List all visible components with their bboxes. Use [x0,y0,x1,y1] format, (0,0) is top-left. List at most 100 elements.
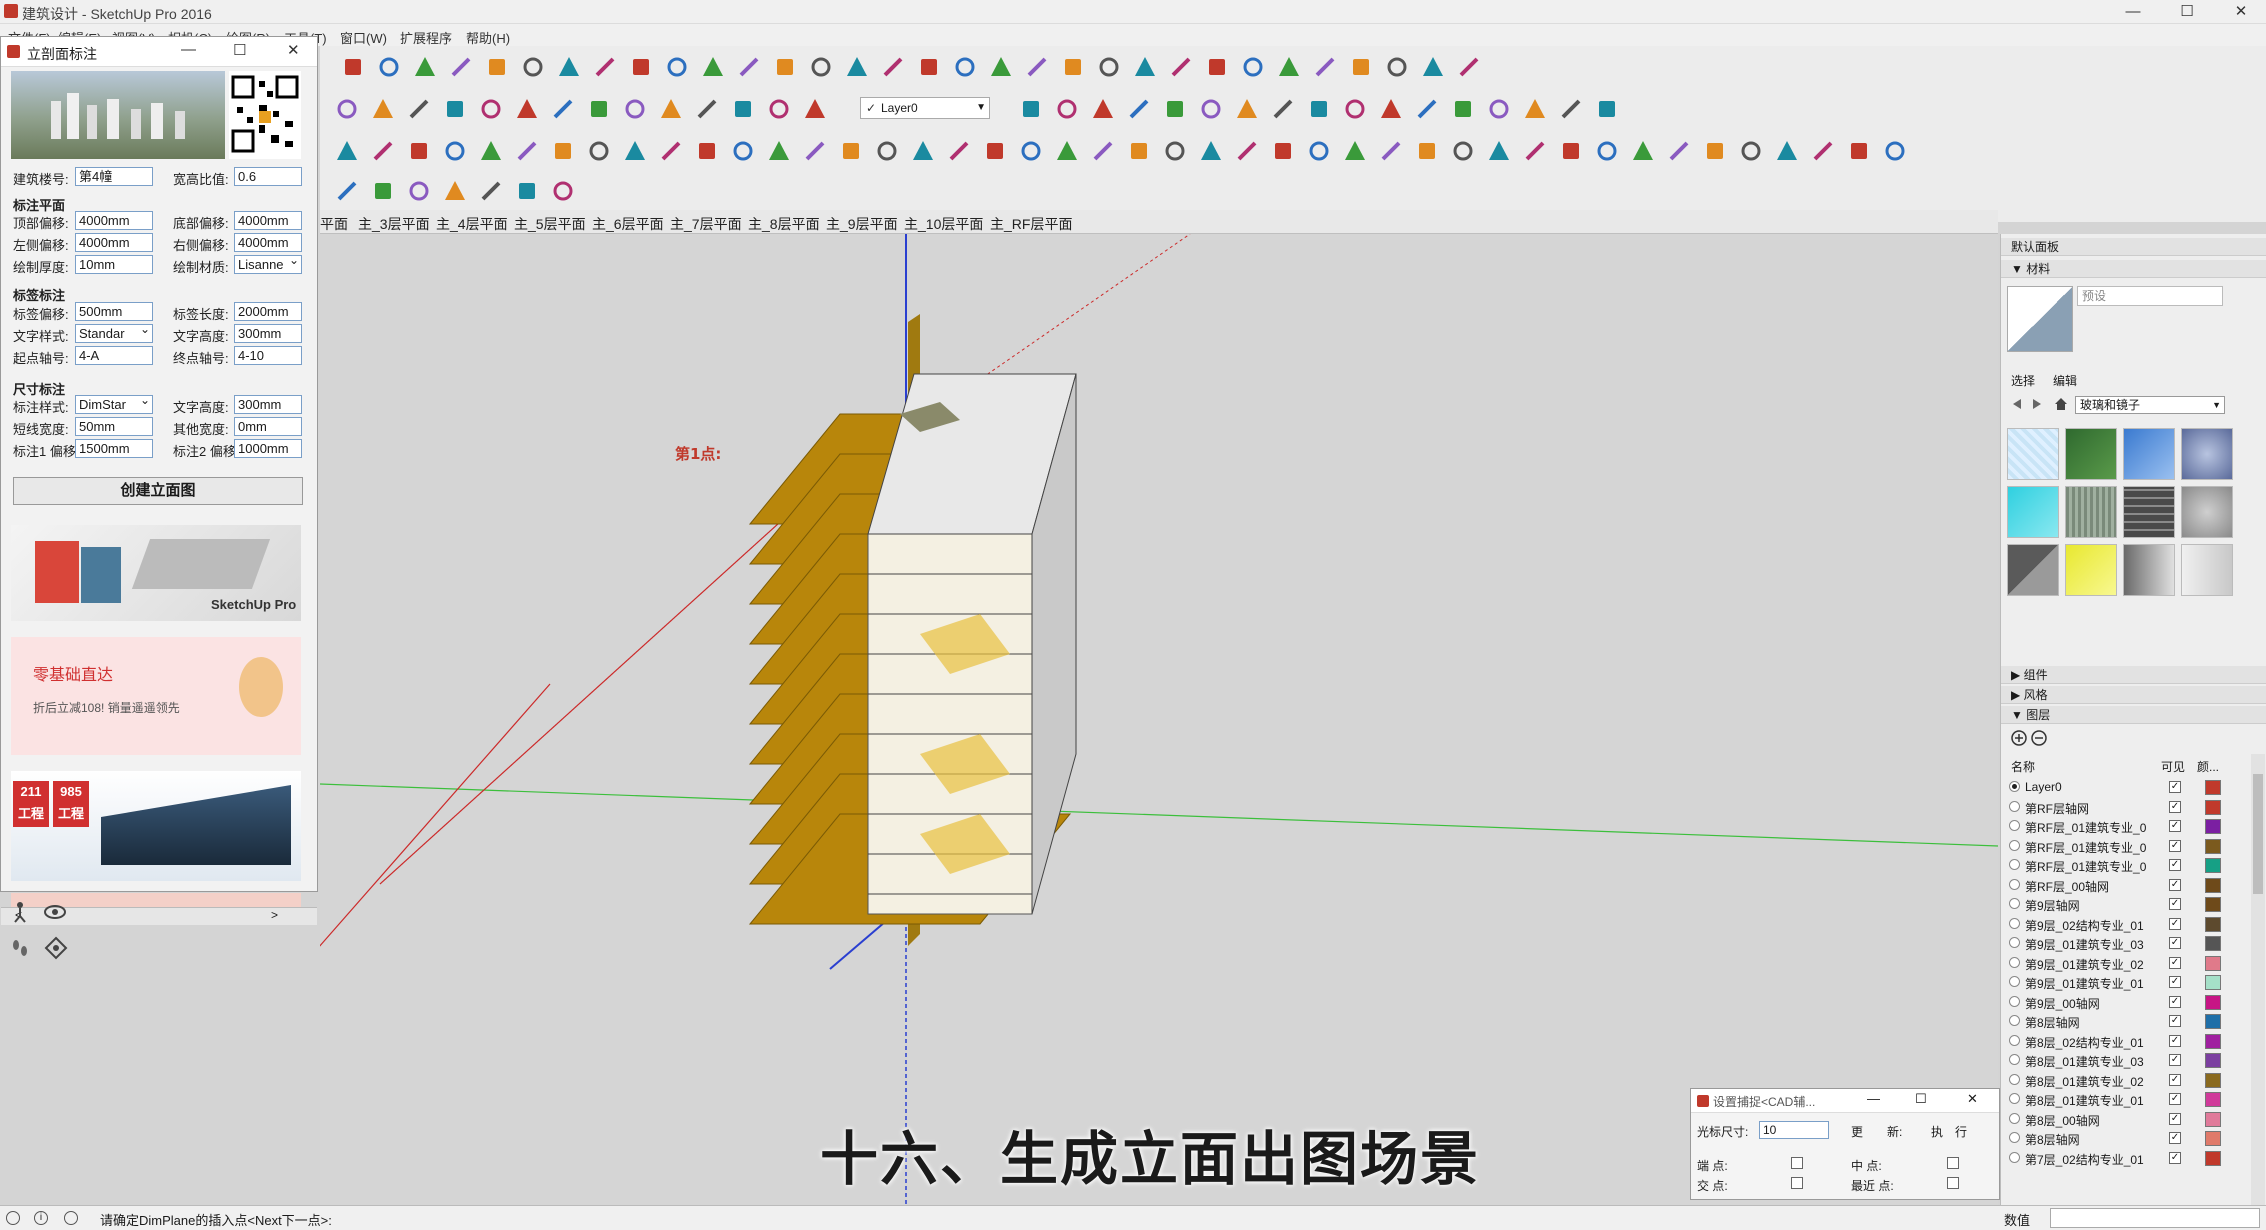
layer-color-swatch[interactable] [2205,994,2221,1010]
toolbar-tool-icon[interactable] [448,54,474,80]
toolbar-tool-icon[interactable] [622,96,648,122]
active-layer-radio[interactable] [2009,1093,2020,1104]
active-layer-radio[interactable] [2009,956,2020,968]
toolbar-tool-icon[interactable] [880,54,906,80]
layer-row[interactable]: 第9层_01建筑专业_03 ✓ [2009,934,2249,953]
toolbar-tool-icon[interactable] [1450,96,1476,122]
toolbar-tool-icon[interactable] [484,54,510,80]
layer-row[interactable]: 第7层_02结构专业_01 ✓ [2009,1149,2249,1168]
layer-color-swatch[interactable] [2205,975,2221,990]
layer-row[interactable]: 第RF层_00轴网 ✓ [2009,876,2249,895]
layer-color-swatch[interactable] [2205,916,2221,932]
toolbar-tool-icon[interactable] [1882,138,1908,164]
active-layer-radio[interactable] [2009,820,2020,831]
scroll-right-icon[interactable]: > [271,908,278,922]
toolbar-tool-icon[interactable] [370,178,396,204]
toolbar-tool-icon[interactable] [1234,138,1260,164]
toolbar-tool-icon[interactable] [700,54,726,80]
layer-row[interactable]: 第RF层轴网 ✓ [2009,798,2249,817]
layer-name[interactable]: 第9层轴网 [2025,897,2080,914]
layer-color-swatch[interactable] [2205,897,2221,912]
bottom-offset-input[interactable]: 4000mm [234,211,302,230]
layer-name[interactable]: 第9层_01建筑专业_02 [2025,956,2144,973]
ad-banner-university[interactable]: 211 工程 985 工程 [11,771,301,881]
endpoint-checkbox[interactable] [1791,1157,1803,1169]
toolbar-tool-icon[interactable] [622,138,648,164]
walk-tool-icon[interactable] [8,900,32,924]
layer-color-swatch[interactable] [2205,936,2221,951]
material-swatch[interactable] [2181,544,2233,596]
toolbar-tool-icon[interactable] [772,54,798,80]
toolbar-tool-icon[interactable] [1594,138,1620,164]
toolbar-tool-icon[interactable] [628,54,654,80]
layer-name[interactable]: 第9层_01建筑专业_01 [2025,975,2144,992]
layer-visible-checkbox[interactable]: ✓ [2169,937,2181,949]
tab-scene[interactable]: 主_9层平面 [826,214,898,234]
toolbar-tool-icon[interactable] [1270,138,1296,164]
tab-scene[interactable]: 主_3层平面 [358,214,430,234]
active-layer-radio[interactable] [2009,859,2020,870]
snap-close-button[interactable]: ✕ [1967,1091,1978,1107]
tab-scene[interactable]: 主_6层平面 [592,214,664,234]
layer-visible-checkbox[interactable]: ✓ [2169,976,2181,988]
tab-scene[interactable]: 平面 [320,214,348,234]
material-swatch[interactable] [2123,428,2175,480]
toolbar-tool-icon[interactable] [1378,138,1404,164]
ad-banner-sketchup[interactable]: SketchUp Pro [11,525,301,621]
create-elevation-button[interactable]: 创建立面图 [13,477,303,505]
toolbar-tool-icon[interactable] [1096,54,1122,80]
layer-visible-checkbox[interactable]: ✓ [2169,1132,2181,1144]
ratio-input[interactable]: 0.6 [234,167,302,186]
tab-scene[interactable]: 主_10层平面 [904,214,983,234]
toolbar-tool-icon[interactable] [370,96,396,122]
toolbar-tool-icon[interactable] [1018,138,1044,164]
other-width-input[interactable]: 0mm [234,417,302,436]
layer-name[interactable]: 第9层_02结构专业_01 [2025,917,2144,934]
materials-section-header[interactable]: ▼ 材料 [2001,260,2266,278]
material-library-select[interactable]: 玻璃和镜子 ▼ [2075,396,2225,414]
layer-row[interactable]: 第RF层_01建筑专业_0 ✓ [2009,817,2249,836]
layer-visible-checkbox[interactable]: ✓ [2169,995,2181,1008]
toolbar-tool-icon[interactable] [334,138,360,164]
layer-color-swatch[interactable] [2205,955,2221,971]
snap-row-button[interactable]: 行 [1955,1123,1967,1140]
layer-visible-checkbox[interactable]: ✓ [2169,1073,2181,1086]
toolbar-tool-icon[interactable] [1378,96,1404,122]
menu-extensions[interactable]: 扩展程序 [400,28,452,47]
layer-row[interactable]: 第8层_01建筑专业_01 ✓ [2009,1090,2249,1109]
toolbar-tool-icon[interactable] [1522,138,1548,164]
layer-color-swatch[interactable] [2205,1014,2221,1029]
material-swatch[interactable] [2065,428,2117,480]
material-swatch[interactable] [2065,486,2117,538]
layer-row[interactable]: 第8层轴网 ✓ [2009,1129,2249,1148]
active-layer-radio[interactable] [2009,937,2020,948]
toolbar-tool-icon[interactable] [664,54,690,80]
layer-name[interactable]: 第8层轴网 [2025,1131,2080,1148]
toolbar-tool-icon[interactable] [838,138,864,164]
toolbar-tool-icon[interactable] [730,138,756,164]
toolbar-tool-icon[interactable] [478,138,504,164]
dim-style-select[interactable]: DimStar [75,395,153,414]
toolbar-tool-icon[interactable] [1486,138,1512,164]
layer-row[interactable]: 第9层轴网 ✓ [2009,895,2249,914]
active-layer-radio[interactable] [2009,995,2020,1007]
toolbar-tool-icon[interactable] [1414,96,1440,122]
toolbar-tool-icon[interactable] [1024,54,1050,80]
toolbar-tool-icon[interactable] [406,138,432,164]
layer-name[interactable]: 第RF层_01建筑专业_0 [2025,839,2146,856]
layer-visible-checkbox[interactable]: ✓ [2169,956,2181,969]
toolbar-tool-icon[interactable] [910,138,936,164]
toolbar-tool-icon[interactable] [844,54,870,80]
toolbar-tool-icon[interactable] [1414,138,1440,164]
material-swatch[interactable] [2007,486,2059,538]
toolbar-tool-icon[interactable] [1666,138,1692,164]
toolbar-tool-icon[interactable] [1342,138,1368,164]
layer-col-name[interactable]: 名称 [2011,758,2035,775]
active-layer-radio[interactable] [2009,1034,2020,1046]
end-axis-input[interactable]: 4-10 [234,346,302,365]
layer-color-swatch[interactable] [2205,799,2221,815]
remove-layer-icon[interactable] [2031,730,2047,746]
toolbar-tool-icon[interactable] [1168,54,1194,80]
menu-window[interactable]: 窗口(W) [340,28,387,47]
layer-row[interactable]: 第RF层_01建筑专业_0 ✓ [2009,837,2249,856]
